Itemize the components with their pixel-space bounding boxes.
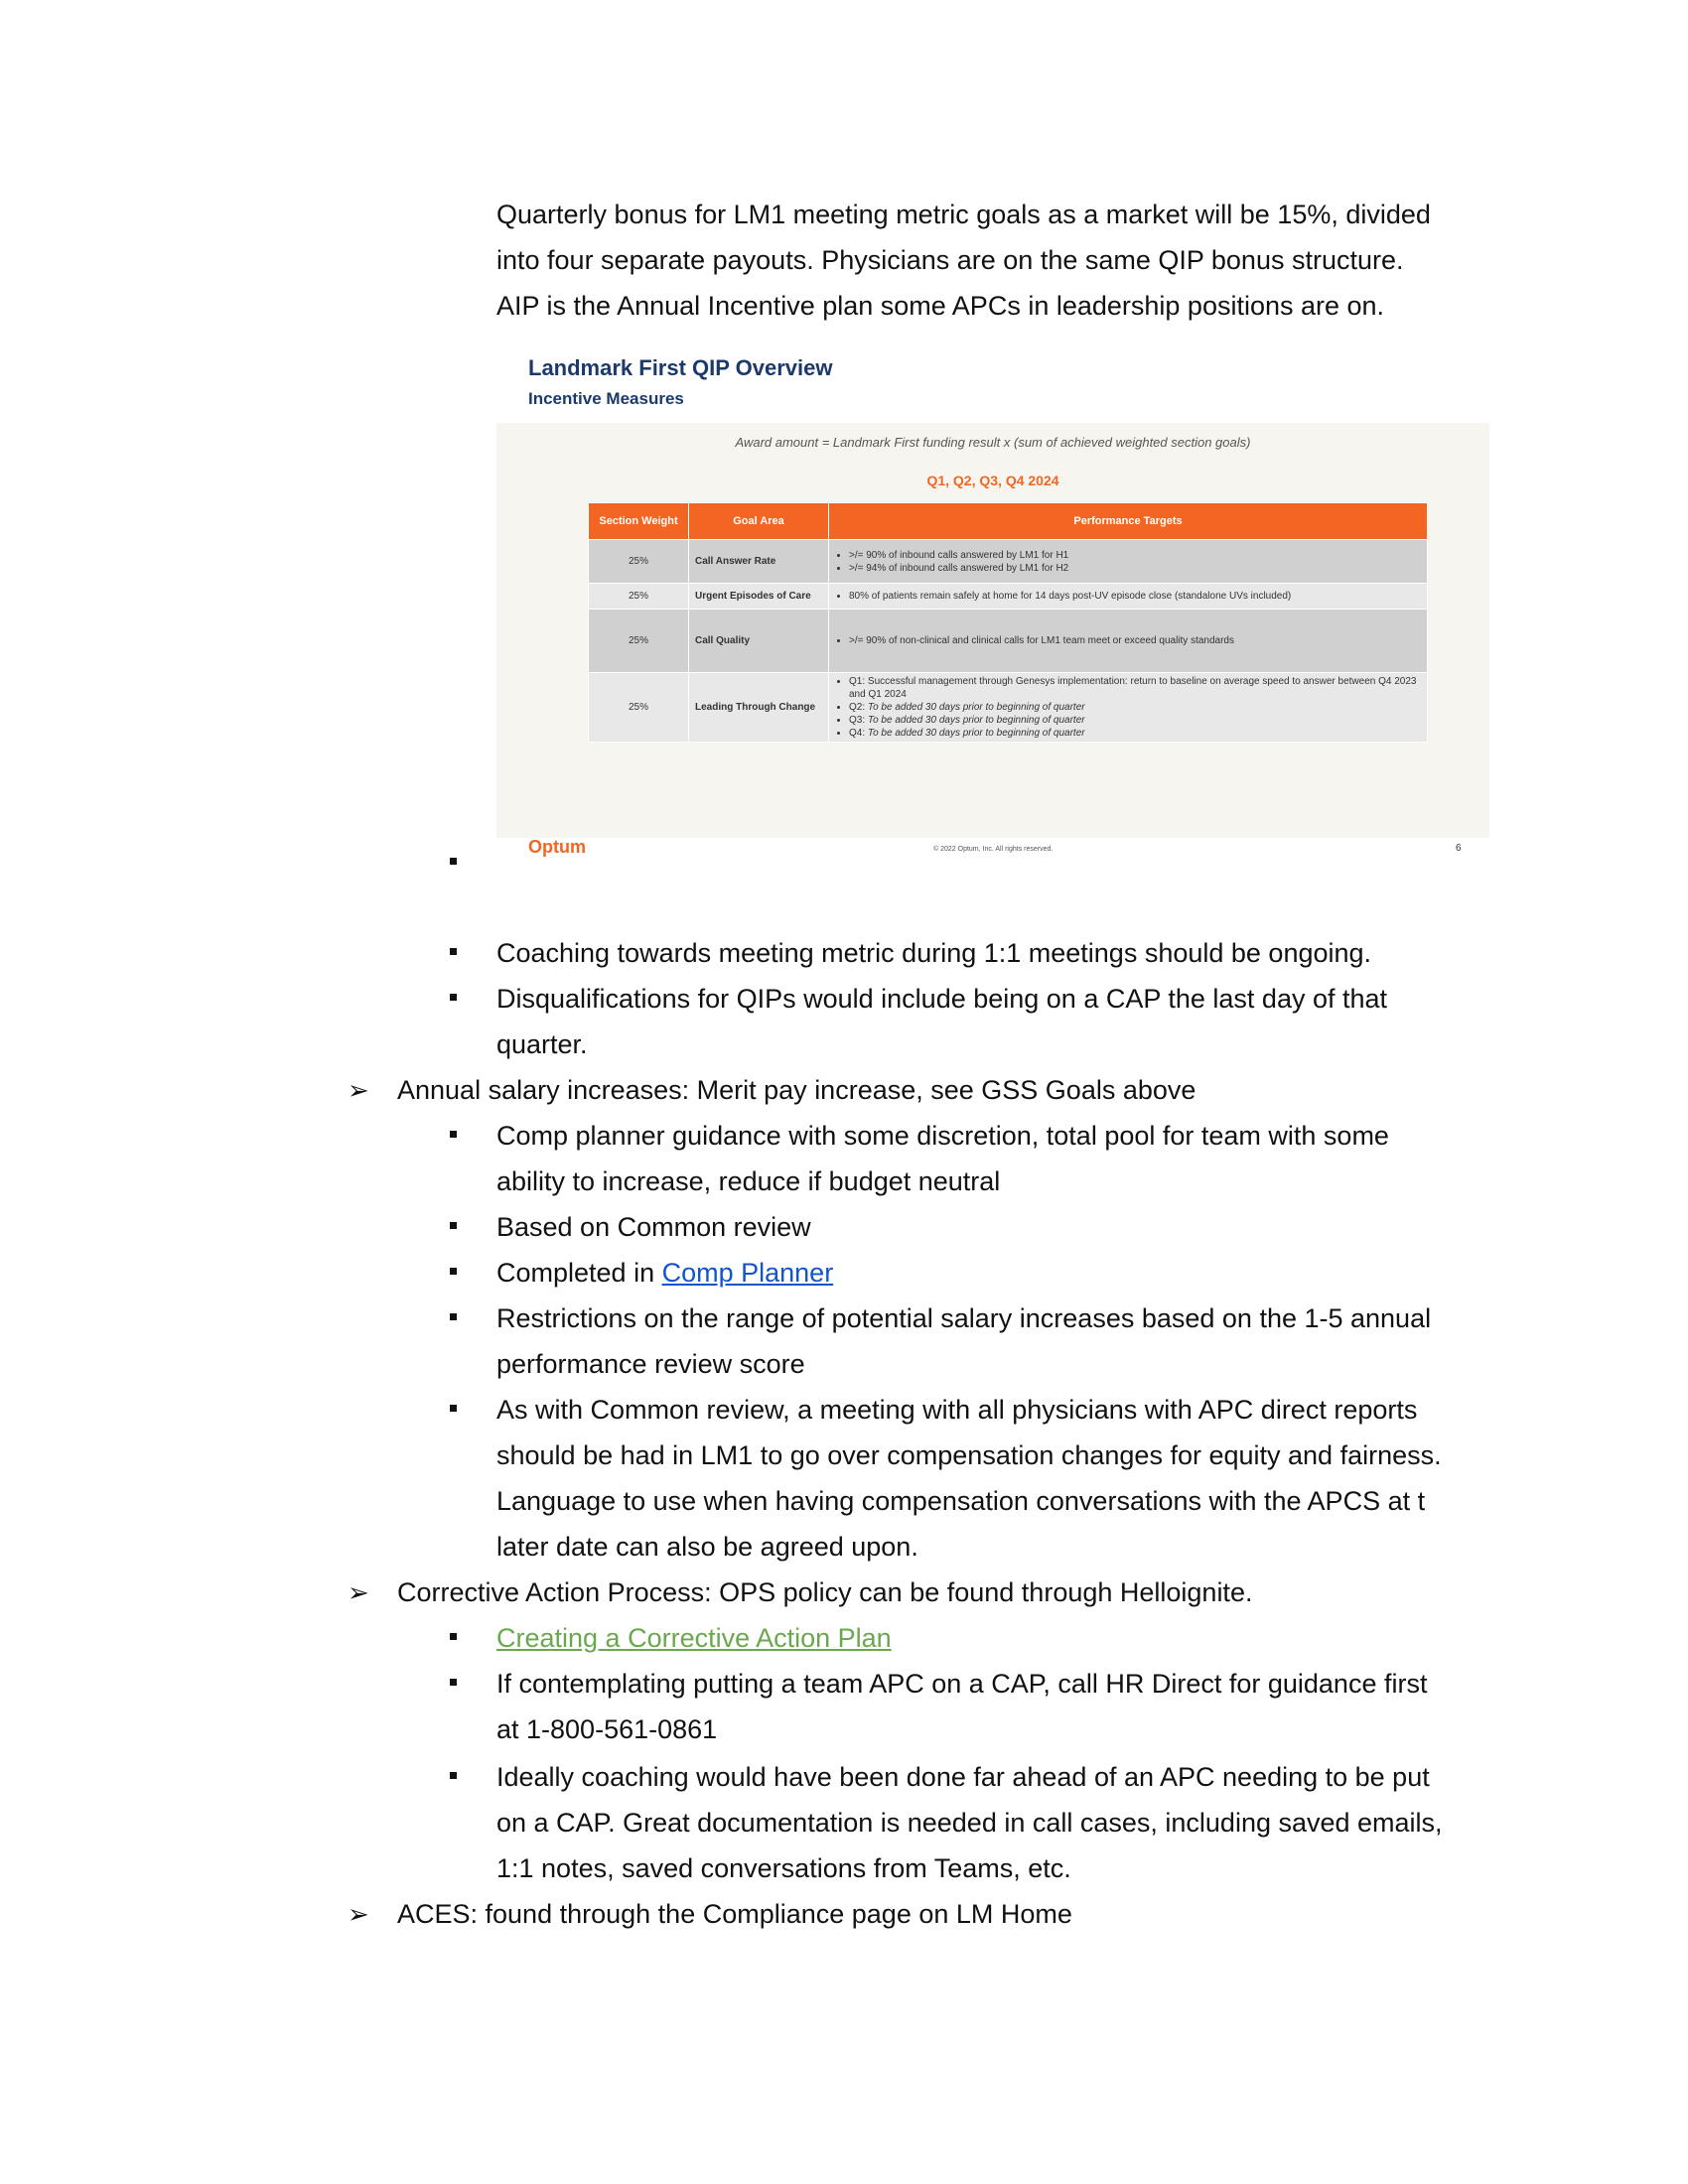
row-goal: Leading Through Change (688, 672, 829, 743)
target-item: >/= 90% of inbound calls answered by LM1… (849, 549, 1421, 562)
square-bullet-icon (450, 1131, 457, 1138)
intro-line-1: Quarterly bonus for LM1 meeting metric g… (496, 200, 1431, 229)
target-item: 80% of patients remain safely at home fo… (849, 590, 1421, 603)
square-bullet-icon (450, 1222, 457, 1229)
square-bullet-icon (450, 1313, 457, 1320)
target-label: Q4: (849, 728, 866, 739)
square-bullet-icon (450, 1679, 457, 1686)
row-goal: Call Answer Rate (688, 539, 829, 584)
target-item: >/= 94% of inbound calls answered by LM1… (849, 562, 1421, 575)
arrow-bullet-icon: ➢ (348, 1577, 369, 1607)
intro-line-3: AIP is the Annual Incentive plan some AP… (496, 291, 1385, 321)
list-item: Disqualifications for QIPs would include… (496, 984, 1388, 1014)
row-targets: Q1: Successful management through Genesy… (828, 672, 1428, 743)
target-label: Q3: (849, 715, 866, 726)
quarters-label: Q1, Q2, Q3, Q4 2024 (926, 473, 1059, 488)
square-bullet-icon (450, 1633, 457, 1640)
slide-copyright: © 2022 Optum, Inc. All rights reserved. (933, 846, 1054, 853)
arrow-bullet-icon: ➢ (348, 1075, 369, 1105)
target-label: Q2: (849, 702, 866, 713)
slide-subtitle: Incentive Measures (528, 389, 684, 408)
optum-logo: Optum (528, 837, 586, 857)
square-bullet-icon (450, 858, 457, 865)
square-bullet-icon (450, 1772, 457, 1779)
award-formula: Award amount = Landmark First funding re… (735, 435, 1251, 450)
header-performance-targets: Performance Targets (828, 502, 1428, 540)
list-item-continued: should be had in LM1 to go over compensa… (496, 1440, 1442, 1470)
arrow-bullet-icon: ➢ (348, 1899, 369, 1929)
target-label: Q1: (849, 676, 866, 687)
list-item-continued: 1:1 notes, saved conversations from Team… (496, 1853, 1071, 1883)
header-section-weight: Section Weight (588, 502, 689, 540)
list-item: Comp planner guidance with some discreti… (496, 1121, 1389, 1151)
target-item: Q3: To be added 30 days prior to beginni… (849, 714, 1421, 727)
list-item-continued: later date can also be agreed upon. (496, 1532, 918, 1562)
target-item: Q4: To be added 30 days prior to beginni… (849, 727, 1421, 740)
list-item: Ideally coaching would have been done fa… (496, 1762, 1430, 1792)
slide-page-number: 6 (1456, 843, 1462, 854)
table-row: 25% Urgent Episodes of Care 80% of patie… (588, 583, 1428, 610)
row-targets: >/= 90% of inbound calls answered by LM1… (828, 539, 1428, 584)
square-bullet-icon (450, 994, 457, 1001)
square-bullet-icon (450, 1405, 457, 1412)
table-row: 25% Leading Through Change Q1: Successfu… (588, 672, 1428, 743)
square-bullet-icon (450, 948, 457, 955)
slide-title: Landmark First QIP Overview (528, 355, 833, 380)
table-header-row: Section Weight Goal Area Performance Tar… (588, 502, 1428, 540)
target-text: To be added 30 days prior to beginning o… (867, 715, 1085, 726)
list-item-continued: on a CAP. Great documentation is needed … (496, 1808, 1443, 1838)
target-text: To be added 30 days prior to beginning o… (867, 728, 1085, 739)
target-text: To be added 30 days prior to beginning o… (867, 702, 1085, 713)
target-item: Q1: Successful management through Genesy… (849, 675, 1421, 701)
list-item-continued: quarter. (496, 1029, 588, 1059)
corrective-heading: Corrective Action Process: OPS policy ca… (397, 1577, 1253, 1607)
row-goal: Call Quality (688, 609, 829, 673)
completed-in-text: Completed in (496, 1258, 662, 1288)
list-item-continued: performance review score (496, 1349, 805, 1379)
list-item: If contemplating putting a team APC on a… (496, 1669, 1428, 1699)
qip-overview-slide: Landmark First QIP Overview Incentive Me… (496, 347, 1489, 864)
list-item: Completed in Comp Planner (496, 1250, 833, 1296)
row-goal: Urgent Episodes of Care (688, 583, 829, 610)
row-weight: 25% (588, 583, 689, 610)
incentive-measures-table: Section Weight Goal Area Performance Tar… (588, 502, 1428, 743)
row-targets: 80% of patients remain safely at home fo… (828, 583, 1428, 610)
intro-line-2: into four separate payouts. Physicians a… (496, 245, 1404, 275)
row-weight: 25% (588, 609, 689, 673)
list-item-continued: at 1-800-561-0861 (496, 1714, 718, 1744)
comp-planner-link[interactable]: Comp Planner (662, 1258, 834, 1288)
list-item-continued: ability to increase, reduce if budget ne… (496, 1166, 1001, 1196)
target-item: >/= 90% of non-clinical and clinical cal… (849, 634, 1421, 647)
list-item: As with Common review, a meeting with al… (496, 1395, 1418, 1425)
table-row: 25% Call Quality >/= 90% of non-clinical… (588, 609, 1428, 673)
square-bullet-icon (450, 1268, 457, 1275)
document-page: Quarterly bonus for LM1 meeting metric g… (0, 0, 1688, 2184)
header-goal-area: Goal Area (688, 502, 829, 540)
corrective-action-plan-link[interactable]: Creating a Corrective Action Plan (496, 1615, 892, 1661)
list-item-continued: Language to use when having compensation… (496, 1486, 1426, 1516)
row-targets: >/= 90% of non-clinical and clinical cal… (828, 609, 1428, 673)
row-weight: 25% (588, 539, 689, 584)
row-weight: 25% (588, 672, 689, 743)
table-row: 25% Call Answer Rate >/= 90% of inbound … (588, 539, 1428, 584)
slide-body: Award amount = Landmark First funding re… (496, 423, 1489, 838)
list-item: Coaching towards meeting metric during 1… (496, 938, 1372, 968)
list-item: Restrictions on the range of potential s… (496, 1303, 1432, 1333)
salary-heading: Annual salary increases: Merit pay incre… (397, 1075, 1196, 1105)
aces-heading: ACES: found through the Compliance page … (397, 1899, 1072, 1929)
target-text: Successful management through Genesys im… (849, 676, 1417, 700)
target-item: Q2: To be added 30 days prior to beginni… (849, 701, 1421, 714)
list-item: Based on Common review (496, 1212, 811, 1242)
